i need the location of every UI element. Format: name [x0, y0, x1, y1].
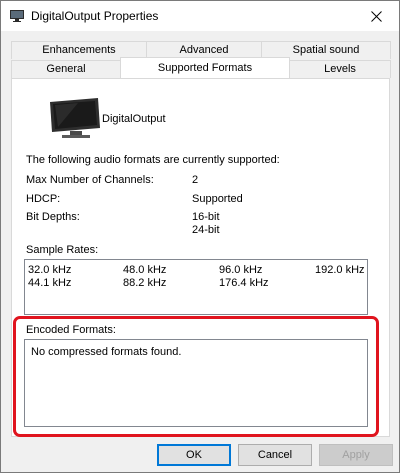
speaker-icon	[10, 10, 24, 22]
cancel-button[interactable]: Cancel	[238, 444, 312, 466]
sample-rate-item: 44.1 kHz	[28, 277, 72, 289]
sample-rates-list[interactable]: 32.0 kHz 48.0 kHz 96.0 kHz 192.0 kHz 44.…	[24, 259, 368, 315]
supported-formats-panel: DigitalOutput The following audio format…	[11, 78, 390, 437]
tab-general[interactable]: General	[11, 60, 121, 78]
tab-levels[interactable]: Levels	[289, 60, 391, 78]
bit-depth-24: 24-bit	[192, 224, 220, 236]
bit-depth-16: 16-bit	[192, 211, 220, 223]
tab-supported-formats[interactable]: Supported Formats	[120, 57, 290, 78]
window-title: DigitalOutput Properties	[31, 9, 159, 23]
channels-value: 2	[192, 174, 199, 186]
channels-label: Max Number of Channels:	[26, 174, 154, 186]
sample-rates-label: Sample Rates:	[26, 244, 99, 256]
title-bar[interactable]: DigitalOutput Properties	[1, 1, 399, 31]
device-name: DigitalOutput	[102, 113, 166, 125]
close-button[interactable]	[353, 1, 399, 31]
encoded-formats-label: Encoded Formats:	[26, 324, 116, 336]
encoded-formats-message: No compressed formats found.	[31, 346, 182, 358]
ok-button[interactable]: OK	[157, 444, 231, 466]
close-icon	[370, 10, 382, 22]
sample-rate-item: 32.0 kHz	[28, 264, 72, 276]
sample-rate-item: 88.2 kHz	[123, 277, 167, 289]
sample-rate-item: 48.0 kHz	[123, 264, 167, 276]
hdcp-label: HDCP:	[26, 193, 61, 205]
properties-window: DigitalOutput Properties Enhancements Ad…	[0, 0, 400, 473]
sample-rate-item: 176.4 kHz	[219, 277, 269, 289]
bit-depths-label: Bit Depths:	[26, 211, 80, 223]
encoded-formats-list[interactable]: No compressed formats found.	[24, 339, 368, 427]
apply-button[interactable]: Apply	[319, 444, 393, 466]
hdcp-value: Supported	[192, 193, 243, 205]
sample-rate-item: 96.0 kHz	[219, 264, 263, 276]
intro-text: The following audio formats are currentl…	[26, 154, 280, 166]
monitor-icon	[50, 98, 100, 138]
sample-rate-item: 192.0 kHz	[315, 264, 365, 276]
